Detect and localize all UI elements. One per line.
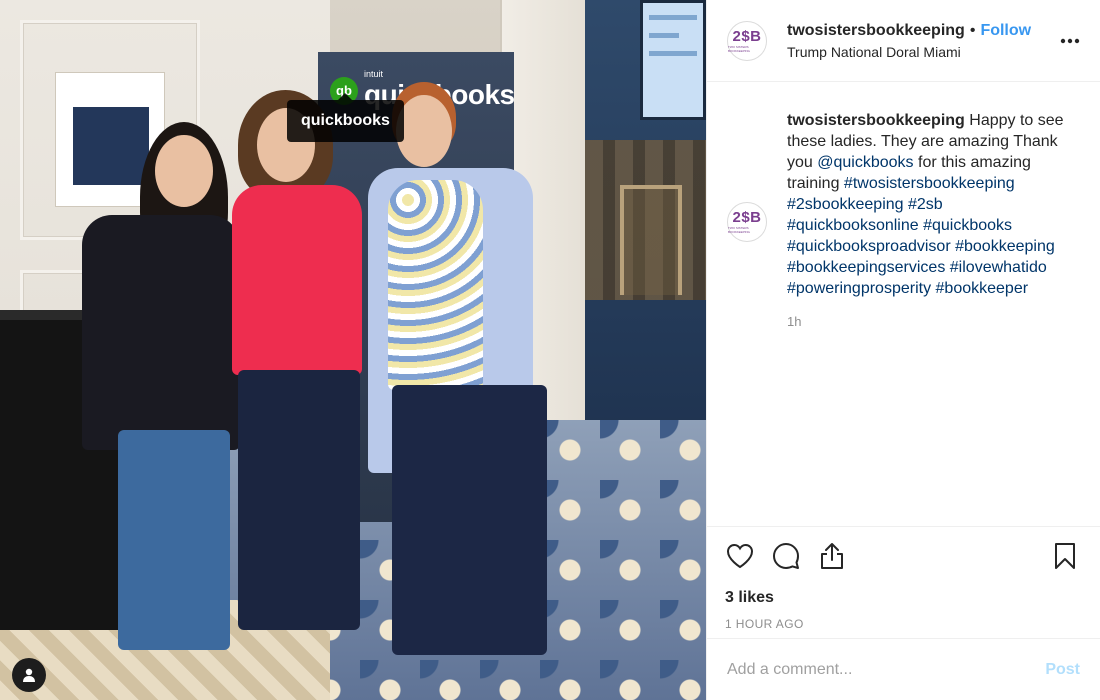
sign-brand-small: intuit [364, 69, 384, 79]
post-photo[interactable]: qb intuit quickbooks qu [0, 0, 706, 700]
hashtag-link[interactable]: #poweringprosperity [787, 280, 931, 297]
bookmark-icon[interactable] [1050, 541, 1080, 571]
mention-link[interactable]: @quickbooks [817, 154, 913, 171]
hashtag-link[interactable]: #ilovewhatido [950, 259, 1047, 276]
likes-count[interactable]: 3 likes [725, 589, 1080, 607]
caption-username[interactable]: twosistersbookkeeping [787, 112, 965, 129]
avatar-mark: 2$B [732, 27, 762, 45]
caption-avatar[interactable]: 2$B TWO SISTERS BOOKKEEPING [727, 202, 767, 242]
hashtag-link[interactable]: #quickbooks [923, 217, 1012, 234]
hashtag-link[interactable]: #bookkeeping [955, 238, 1055, 255]
heart-icon[interactable] [725, 541, 755, 571]
location-link[interactable]: Trump National Doral Miami [787, 44, 1056, 60]
post-header: 2$B TWO SISTERS BOOKKEEPING twosistersbo… [707, 0, 1100, 82]
avatar[interactable]: 2$B TWO SISTERS BOOKKEEPING [727, 20, 767, 61]
post-actions: 3 likes 1 HOUR AGO [707, 526, 1100, 638]
post-sidebar: 2$B TWO SISTERS BOOKKEEPING twosistersbo… [706, 0, 1100, 700]
hashtag-link[interactable]: #quickbooksonline [787, 217, 919, 234]
header-username[interactable]: twosistersbookkeeping [787, 22, 965, 40]
hashtag-link[interactable]: #2sb [908, 196, 943, 213]
hashtag-link[interactable]: #bookkeeper [936, 280, 1029, 297]
post-comment-button[interactable]: Post [1045, 661, 1080, 679]
caption-time[interactable]: 1h [787, 314, 1076, 329]
hashtag-link[interactable]: #bookkeepingservices [787, 259, 945, 276]
user-silhouette-icon[interactable] [12, 658, 46, 692]
follow-button[interactable]: Follow [980, 22, 1031, 40]
avatar-subtext: TWO SISTERS BOOKKEEPING [728, 44, 751, 53]
projection-screen [640, 0, 706, 120]
hashtag-link[interactable]: #twosistersbookkeeping [844, 175, 1015, 192]
instagram-post: qb intuit quickbooks qu [0, 0, 1100, 700]
share-icon[interactable] [817, 541, 847, 571]
hashtag-link[interactable]: #2sbookkeeping [787, 196, 904, 213]
comment-input[interactable] [727, 660, 1046, 679]
more-horizontal-icon[interactable] [1056, 27, 1084, 55]
post-time[interactable]: 1 HOUR AGO [725, 617, 1080, 631]
caption-area: 2$B TWO SISTERS BOOKKEEPING twosistersbo… [707, 82, 1100, 526]
comment-icon[interactable] [771, 541, 801, 571]
comment-box: Post [707, 638, 1100, 700]
photo-tag-quickbooks[interactable]: quickbooks [287, 93, 404, 142]
hashtag-link[interactable]: #quickbooksproadvisor [787, 238, 951, 255]
separator-dot: • [969, 21, 976, 39]
chair [620, 185, 682, 295]
caption-text: twosistersbookkeeping Happy to see these… [787, 110, 1076, 299]
